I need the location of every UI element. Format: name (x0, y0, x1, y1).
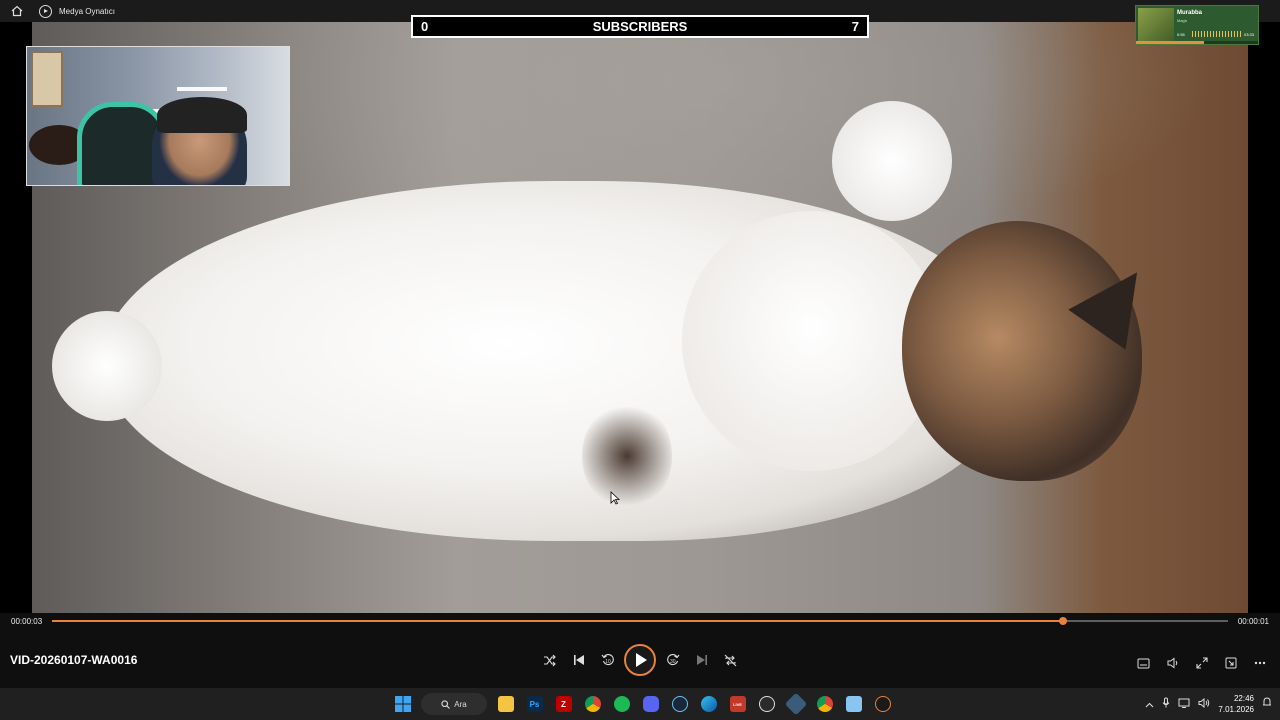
window-title: Medya Oynatıcı (59, 6, 116, 16)
media-player-window: Medya Oynatıcı 0 SUBSCRIBERS 7 Murabba M… (0, 0, 1280, 720)
webcam-overlay (26, 46, 290, 186)
fullscreen-icon[interactable] (1187, 648, 1216, 678)
play-button[interactable] (624, 644, 656, 676)
next-icon[interactable] (687, 645, 716, 675)
file-explorer-icon[interactable] (491, 688, 520, 720)
clock-date: 7.01.2026 (1218, 705, 1254, 714)
chevron-up-icon[interactable] (1145, 695, 1154, 713)
subtitles-icon[interactable] (1129, 648, 1158, 678)
seek-bar-fill (52, 620, 1064, 622)
music-time-elapsed: 0:55 (1177, 32, 1185, 37)
search-icon (441, 699, 451, 709)
video-filename: VID-20260107-WA0016 (10, 653, 138, 667)
subscriber-count-start: 0 (421, 19, 429, 34)
more-icon[interactable] (1245, 648, 1274, 678)
music-widget: Murabba Magh 0:55 03:33 (1135, 5, 1259, 45)
time-elapsed: 00:00:03 (11, 617, 43, 626)
streaming-app-icon[interactable]: LIVE (723, 688, 752, 720)
seek-bar[interactable] (52, 617, 1228, 625)
taskbar: Ara Ps Z LIVE 22:46 7.01.2026 (0, 688, 1280, 720)
edge-icon[interactable] (694, 688, 723, 720)
microphone-icon[interactable] (1162, 695, 1170, 713)
subscriber-label: SUBSCRIBERS (592, 19, 688, 34)
music-progress (1136, 41, 1258, 44)
music-artist: Magh (1177, 18, 1188, 23)
obs-icon[interactable] (752, 688, 781, 720)
notepad-icon[interactable] (839, 688, 868, 720)
taskbar-search[interactable]: Ara (421, 693, 487, 715)
system-tray: 22:46 7.01.2026 (1145, 688, 1272, 720)
mini-player-icon[interactable] (1216, 648, 1245, 678)
previous-icon[interactable] (564, 645, 593, 675)
chrome-icon[interactable] (578, 688, 607, 720)
music-waveform (1192, 31, 1242, 37)
speaker-icon[interactable] (1198, 695, 1210, 713)
time-remaining: 00:00:01 (1237, 617, 1269, 626)
subscriber-count-goal: 7 (851, 19, 859, 34)
start-button[interactable] (388, 688, 417, 720)
volume-icon[interactable] (1158, 648, 1187, 678)
filezilla-icon[interactable]: Z (549, 688, 578, 720)
music-track-name: Murabba (1177, 10, 1203, 16)
subscriber-counter-overlay: 0 SUBSCRIBERS 7 (411, 15, 869, 38)
game-launcher-icon[interactable] (781, 688, 810, 720)
svg-text:30: 30 (670, 659, 676, 665)
rewind-10-icon[interactable]: 10 (593, 645, 622, 675)
mouse-cursor-icon (610, 491, 620, 505)
clock-time: 22:46 (1233, 694, 1254, 703)
network-icon[interactable] (1178, 695, 1190, 713)
steam-icon[interactable] (665, 688, 694, 720)
media-player-app-icon (39, 4, 52, 18)
photoshop-icon[interactable]: Ps (520, 688, 549, 720)
shuffle-icon[interactable] (535, 645, 564, 675)
media-player-taskbar-icon[interactable] (868, 688, 897, 720)
secondary-controls (1129, 648, 1274, 678)
music-time-total: 03:33 (1243, 32, 1254, 37)
taskbar-apps: Ara Ps Z LIVE (388, 688, 897, 720)
chrome-profile-icon[interactable] (810, 688, 839, 720)
notification-icon[interactable] (1262, 695, 1272, 713)
album-art (1138, 8, 1174, 44)
playback-controls: 10 30 (535, 644, 745, 676)
taskbar-clock[interactable]: 22:46 7.01.2026 (1218, 693, 1254, 715)
home-icon[interactable] (9, 3, 25, 19)
spotify-icon[interactable] (607, 688, 636, 720)
search-label: Ara (454, 699, 467, 709)
discord-icon[interactable] (636, 688, 665, 720)
svg-text:10: 10 (605, 659, 611, 665)
forward-30-icon[interactable]: 30 (658, 645, 687, 675)
repeat-off-icon[interactable] (716, 645, 745, 675)
